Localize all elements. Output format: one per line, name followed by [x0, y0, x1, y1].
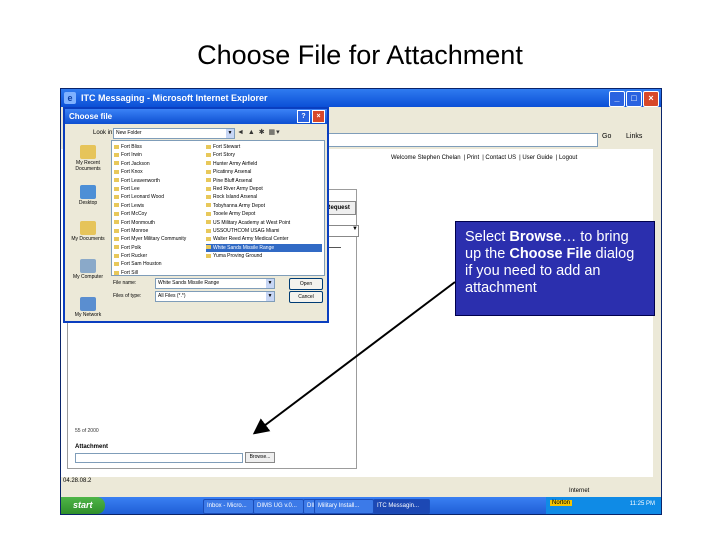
- arrow-line: [252, 281, 456, 435]
- pointer-arrow: [252, 281, 456, 435]
